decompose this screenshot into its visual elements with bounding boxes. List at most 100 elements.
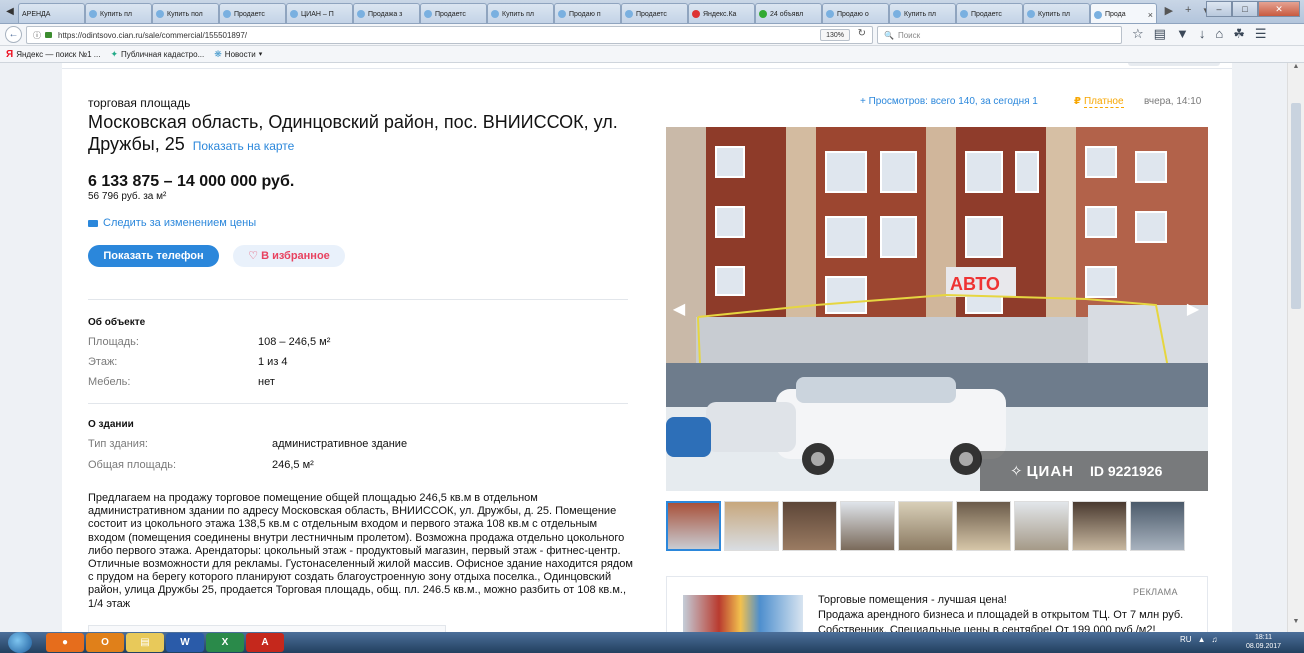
- photo-thumbnail[interactable]: [1014, 501, 1069, 551]
- photo-thumbnail[interactable]: [1130, 501, 1185, 551]
- excel-icon[interactable]: X: [206, 633, 244, 652]
- follow-price-link[interactable]: Следить за изменением цены: [88, 217, 256, 229]
- page-scrollbar[interactable]: ▲ ▼: [1287, 63, 1304, 632]
- browser-tab[interactable]: Продаю п: [554, 3, 621, 23]
- tab-label: 24 объявл: [770, 10, 804, 18]
- tab-scroll-right-icon[interactable]: ▶: [1165, 4, 1173, 17]
- object-value-area: 108 – 246,5 м²: [258, 336, 331, 348]
- tab-label: Продаетс: [971, 10, 1002, 18]
- bookmark-yandex[interactable]: Я Яндекс — поиск №1 ...: [6, 49, 100, 60]
- browser-tab[interactable]: АРЕНДА: [18, 3, 85, 23]
- browser-tab[interactable]: Продаетс: [956, 3, 1023, 23]
- address-bar[interactable]: ⓘ https://odintsovo.cian.ru/sale/commerc…: [26, 26, 873, 44]
- browser-tab[interactable]: Продажа з: [353, 3, 420, 23]
- back-button[interactable]: ←: [5, 26, 22, 43]
- close-window-button[interactable]: ✕: [1258, 1, 1300, 17]
- ad-title[interactable]: Торговые помещения - лучшая цена!: [818, 594, 1007, 606]
- show-on-map-link[interactable]: Показать на карте: [193, 139, 295, 153]
- browser-tab[interactable]: Купить пл: [487, 3, 554, 23]
- header-button[interactable]: [1128, 63, 1220, 66]
- browser-tab[interactable]: Продаетс: [219, 3, 286, 23]
- explorer-icon[interactable]: ▤: [126, 633, 164, 652]
- photo-thumbnail[interactable]: [1072, 501, 1127, 551]
- volume-icon[interactable]: ♫: [1211, 635, 1217, 644]
- reload-icon[interactable]: ↻: [858, 28, 866, 39]
- favicon-icon: [223, 10, 231, 18]
- building-value-total-area: 246,5 м²: [272, 459, 314, 471]
- search-placeholder: Поиск: [897, 30, 921, 40]
- views-counter[interactable]: + Просмотров: всего 140, за сегодня 1: [860, 96, 1038, 107]
- photo-prev-arrow[interactable]: ◀: [672, 300, 686, 320]
- photo-thumbnail[interactable]: [724, 501, 779, 551]
- heart-icon: ♡: [248, 250, 259, 262]
- contact-box: [88, 625, 446, 632]
- browser-tab[interactable]: Купить пл: [889, 3, 956, 23]
- scroll-down-icon[interactable]: ▼: [1290, 618, 1302, 630]
- listing-type: торговая площадь: [88, 96, 191, 110]
- browser-tab[interactable]: Продаетс: [420, 3, 487, 23]
- close-tab-icon[interactable]: ×: [1148, 10, 1153, 20]
- ad-block[interactable]: РЕКЛАМА Торговые помещения - лучшая цена…: [666, 576, 1208, 632]
- show-phone-button[interactable]: Показать телефон: [88, 245, 219, 267]
- photo-thumbnail[interactable]: [666, 501, 721, 551]
- pocket-icon[interactable]: ▼: [1176, 26, 1189, 42]
- scrollbar-thumb[interactable]: [1291, 103, 1301, 309]
- bookmark-news[interactable]: ❋ Новости ▾: [214, 49, 262, 60]
- clock-time: 18:11: [1255, 634, 1273, 641]
- toolbar-icons: ☆ ▤ ▼ ↓ ⌂ ☘ ☰: [1132, 26, 1267, 42]
- scroll-up-icon[interactable]: ▲: [1290, 63, 1302, 75]
- building-label-total-area: Общая площадь:: [88, 459, 177, 471]
- browser-tab[interactable]: Купить пол: [152, 3, 219, 23]
- ad-label: РЕКЛАМА: [1133, 587, 1178, 597]
- search-input[interactable]: 🔍 Поиск: [877, 26, 1122, 44]
- favorite-label: В избранное: [261, 250, 330, 262]
- divider: [88, 403, 628, 404]
- home-icon[interactable]: ⌂: [1215, 26, 1223, 42]
- browser-tab[interactable]: Купить пл: [85, 3, 152, 23]
- firefox-icon[interactable]: ●: [46, 633, 84, 652]
- minimize-button[interactable]: –: [1206, 1, 1232, 17]
- reader-icon[interactable]: ▤: [1154, 26, 1166, 42]
- info-icon[interactable]: ⓘ: [33, 30, 41, 41]
- sign-text: АВТО: [950, 274, 1000, 294]
- menu-icon[interactable]: ☰: [1255, 26, 1267, 42]
- zoom-level[interactable]: 130%: [820, 29, 850, 41]
- main-photo[interactable]: АВТО ◀ ▶ ✧ ЦИАН ID 9221926: [666, 127, 1208, 491]
- tab-label: Купить пол: [167, 10, 203, 18]
- search-icon: 🔍: [884, 30, 894, 40]
- extension-icon[interactable]: ☘: [1233, 26, 1245, 42]
- browser-tab[interactable]: ЦИАН – П: [286, 3, 353, 23]
- word-icon[interactable]: W: [166, 633, 204, 652]
- photo-thumbnail[interactable]: [898, 501, 953, 551]
- tray-arrow-icon[interactable]: ▲: [1198, 635, 1206, 644]
- browser-tab[interactable]: Яндекс.Ка: [688, 3, 755, 23]
- photo-next-arrow[interactable]: ▶: [1186, 300, 1200, 320]
- browser-tab[interactable]: Купить пл: [1023, 3, 1090, 23]
- news-icon: ❋: [214, 48, 222, 59]
- bookmark-cadastre[interactable]: ✦ Публичная кадастро...: [110, 49, 204, 60]
- photo-thumbnail[interactable]: [782, 501, 837, 551]
- photo-thumbnail[interactable]: [840, 501, 895, 551]
- windows-taskbar: ● O ▤ W X A RU ▲ ♫ 18:11 08.09.2017: [0, 632, 1304, 653]
- browser-tab[interactable]: Продаетс: [621, 3, 688, 23]
- tab-label: Купить пл: [100, 10, 132, 18]
- photo-thumbnail[interactable]: [956, 501, 1011, 551]
- browser-tab[interactable]: Продаю о: [822, 3, 889, 23]
- favicon-icon: [1027, 10, 1035, 18]
- browser-tab[interactable]: 24 объявл: [755, 3, 822, 23]
- tab-scroll-left-icon[interactable]: ◀: [3, 4, 17, 19]
- favorite-button[interactable]: ♡ В избранное: [233, 245, 345, 267]
- new-tab-icon[interactable]: +: [1185, 4, 1191, 17]
- acrobat-icon[interactable]: A: [246, 633, 284, 652]
- download-icon[interactable]: ↓: [1199, 26, 1206, 42]
- language-indicator[interactable]: RU: [1180, 635, 1192, 644]
- follow-price-label: Следить за изменением цены: [103, 217, 257, 229]
- clock[interactable]: 18:11 08.09.2017: [1246, 633, 1281, 651]
- paid-badge[interactable]: ₽ Платное: [1074, 96, 1124, 108]
- star-icon[interactable]: ☆: [1132, 26, 1144, 42]
- outlook-icon[interactable]: O: [86, 633, 124, 652]
- tab-label: Продаетс: [636, 10, 667, 18]
- browser-tab[interactable]: Прода ×: [1090, 3, 1157, 23]
- maximize-button[interactable]: □: [1232, 1, 1258, 17]
- start-button[interactable]: [8, 632, 32, 653]
